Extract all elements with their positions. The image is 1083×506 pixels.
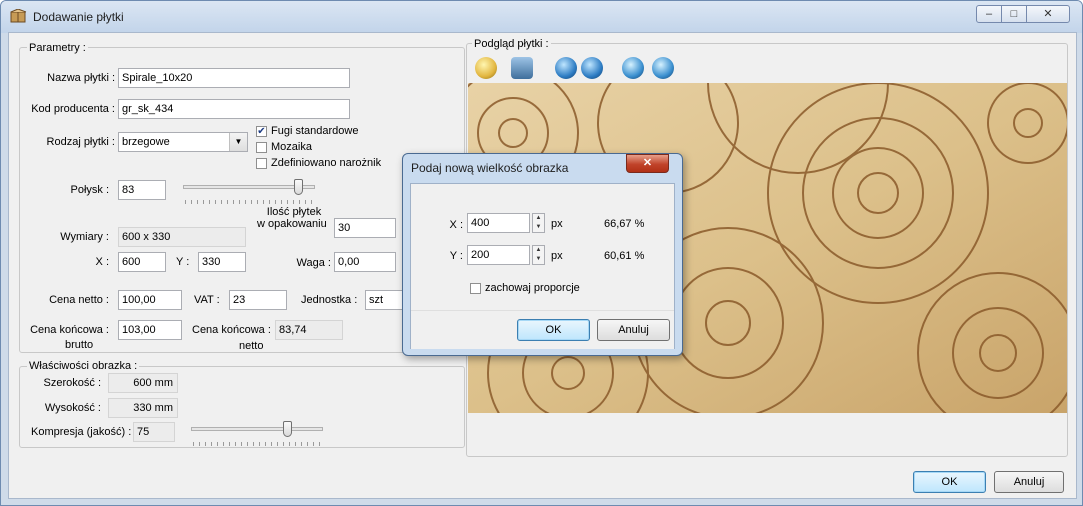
compression-slider-ticks: [193, 442, 323, 446]
name-label: Nazwa płytki :: [47, 72, 115, 84]
close-button[interactable]: ✕: [1026, 5, 1070, 23]
weight-label: Waga :: [296, 257, 331, 269]
type-label: Rodzaj płytki :: [46, 136, 115, 148]
down-arrow-icon[interactable]: ▼: [533, 255, 544, 264]
corner-checkbox[interactable]: [256, 158, 267, 169]
fugi-checkbox[interactable]: ✔: [256, 126, 267, 137]
gloss-slider-ticks: [185, 200, 315, 204]
close-icon: ✕: [1043, 8, 1053, 20]
minimize-icon: –: [985, 8, 993, 20]
final-net-label-2: netto: [239, 340, 264, 352]
type-select-value: brzegowe: [122, 136, 170, 148]
compression-slider-thumb[interactable]: [283, 421, 292, 437]
dialog-title: Podaj nową wielkość obrazka: [411, 161, 569, 175]
pack-label-2: w opakowaniu: [257, 218, 327, 230]
title-bar[interactable]: Dodawanie płytki – □ ✕: [1, 1, 1082, 33]
gloss-slider-thumb[interactable]: [294, 179, 303, 195]
x-label: X :: [95, 256, 109, 268]
dialog-x-field[interactable]: 400: [467, 213, 530, 233]
weight-field[interactable]: 0,00: [334, 252, 396, 272]
dialog-cancel-button[interactable]: Anuluj: [597, 319, 670, 341]
x-field[interactable]: 600: [118, 252, 166, 272]
gloss-label: Połysk :: [70, 184, 109, 196]
maximize-button[interactable]: □: [1001, 5, 1027, 23]
maximize-icon: □: [1010, 8, 1018, 20]
keep-proportions-label: zachowaj proporcje: [485, 282, 580, 294]
vat-label: VAT :: [194, 294, 220, 306]
dialog-y-spinner[interactable]: ▲ ▼: [532, 245, 545, 265]
net-field[interactable]: 100,00: [118, 290, 182, 310]
compression-slider[interactable]: [191, 427, 323, 431]
width-label: Szerokość :: [43, 377, 101, 389]
up-arrow-icon[interactable]: ▲: [533, 214, 544, 223]
compression-value: 75: [133, 422, 175, 442]
preview-group-label: Podgląd płytki :: [472, 38, 551, 50]
corner-label: Zdefiniowano narożnik: [271, 157, 382, 169]
unit-field[interactable]: szt: [365, 290, 405, 310]
rotate-left-icon[interactable]: [622, 57, 644, 79]
minimize-button[interactable]: –: [976, 5, 1002, 23]
fugi-label: Fugi standardowe: [271, 125, 359, 137]
dialog-ok-button[interactable]: OK: [517, 319, 590, 341]
ok-button[interactable]: OK: [913, 471, 986, 493]
down-arrow-icon[interactable]: ▼: [533, 223, 544, 232]
dialog-x-unit: px: [551, 218, 563, 230]
unit-label: Jednostka :: [301, 294, 358, 306]
height-value: 330 mm: [108, 398, 178, 418]
dims-value: 600 x 330: [118, 227, 246, 247]
pack-label-1: Ilość płytek: [266, 206, 322, 218]
final-net-label-1: Cena końcowa :: [192, 324, 271, 336]
up-arrow-icon[interactable]: ▲: [533, 246, 544, 255]
net-label: Cena netto :: [49, 294, 109, 306]
width-value: 600 mm: [108, 373, 178, 393]
gross-field[interactable]: 103,00: [118, 320, 182, 340]
final-net-value: 83,74: [275, 320, 343, 340]
dialog-x-percent: 66,67 %: [604, 218, 645, 230]
y-label: Y :: [176, 256, 190, 268]
rotate-right-icon[interactable]: [652, 57, 674, 79]
gross-label-2: brutto: [65, 339, 94, 351]
dialog-close-button[interactable]: ✕: [626, 154, 669, 173]
crop-icon[interactable]: [581, 57, 603, 79]
close-icon: ✕: [642, 157, 653, 169]
dialog-y-unit: px: [551, 250, 563, 262]
gross-label-1: Cena końcowa :: [30, 324, 109, 336]
name-field[interactable]: Spirale_10x20: [118, 68, 350, 88]
cancel-button[interactable]: Anuluj: [994, 471, 1064, 493]
height-label: Wysokość :: [44, 402, 101, 414]
mozaika-label: Mozaika: [271, 141, 312, 153]
type-select[interactable]: brzegowe ▼: [118, 132, 248, 152]
vat-field[interactable]: 23: [229, 290, 287, 310]
resize-icon[interactable]: [555, 57, 577, 79]
image-props-group-label: Właściwości obrazka :: [27, 360, 140, 372]
params-group-label: Parametry :: [27, 42, 88, 54]
pack-field[interactable]: 30: [334, 218, 396, 238]
dialog-footer: OK Anuluj: [411, 310, 674, 349]
code-field[interactable]: gr_sk_434: [118, 99, 350, 119]
y-field[interactable]: 330: [198, 252, 246, 272]
dialog-y-percent: 60,61 %: [604, 250, 645, 262]
dialog-x-spinner[interactable]: ▲ ▼: [532, 213, 545, 233]
dims-label: Wymiary :: [60, 231, 109, 243]
gloss-field[interactable]: 83: [118, 180, 166, 200]
window-title: Dodawanie płytki: [33, 10, 124, 24]
dialog-y-label: Y :: [449, 250, 463, 262]
chevron-down-icon[interactable]: ▼: [229, 133, 247, 151]
resize-dialog: Podaj nową wielkość obrazka ✕ X : 400 ▲ ▼…: [402, 153, 683, 356]
scan-image-icon[interactable]: [511, 57, 533, 79]
dialog-client: X : 400 ▲ ▼ px 66,67 % Y : 200 ▲ ▼ px 60,6…: [410, 183, 675, 349]
compression-label: Kompresja (jakość) :: [31, 426, 132, 438]
mozaika-checkbox[interactable]: [256, 142, 267, 153]
dialog-y-field[interactable]: 200: [467, 245, 530, 265]
keep-proportions-checkbox[interactable]: [470, 283, 481, 294]
tile-icon: [10, 9, 27, 23]
open-image-icon[interactable]: [475, 57, 497, 79]
code-label: Kod producenta :: [31, 103, 115, 115]
dialog-x-label: X :: [449, 219, 463, 231]
